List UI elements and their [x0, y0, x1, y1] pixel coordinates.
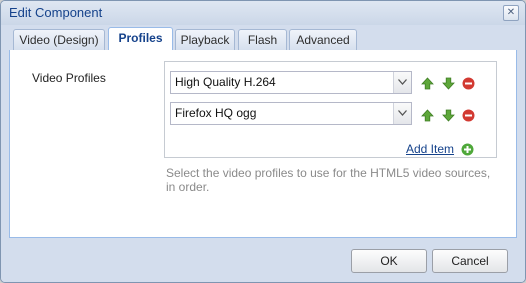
chevron-down-icon[interactable] — [393, 72, 411, 93]
chevron-down-icon[interactable] — [393, 103, 411, 124]
remove-icon[interactable] — [462, 109, 475, 122]
profile-select-1-value: High Quality H.264 — [175, 75, 276, 89]
arrow-down-icon[interactable] — [442, 77, 455, 90]
close-icon: ✕ — [506, 7, 516, 18]
profile-select-2-value: Firefox HQ ogg — [175, 106, 257, 120]
profile-select-2[interactable]: Firefox HQ ogg — [170, 102, 412, 125]
profile-select-1[interactable]: High Quality H.264 — [170, 71, 412, 94]
tab-advanced[interactable]: Advanced — [289, 29, 357, 50]
profiles-help-text: Select the video profiles to use for the… — [166, 166, 491, 194]
tab-profiles[interactable]: Profiles — [108, 27, 173, 51]
arrow-up-icon[interactable] — [421, 77, 434, 90]
tab-video-design[interactable]: Video (Design) — [13, 29, 105, 50]
tab-strip: Video (Design) Profiles Playback Flash A… — [9, 27, 517, 51]
tab-flash[interactable]: Flash — [238, 29, 287, 50]
cancel-button[interactable]: Cancel — [432, 249, 508, 273]
profiles-panel: Video Profiles High Quality H.264 Firefo… — [9, 50, 517, 238]
ok-button[interactable]: OK — [351, 249, 427, 273]
arrow-up-icon[interactable] — [421, 109, 434, 122]
tab-playback[interactable]: Playback — [175, 29, 235, 50]
arrow-down-icon[interactable] — [442, 109, 455, 122]
edit-component-dialog: Edit Component ✕ Video (Design) Profiles… — [0, 0, 526, 283]
dialog-title: Edit Component — [9, 5, 103, 20]
remove-icon[interactable] — [462, 77, 475, 90]
dialog-footer: OK Cancel — [1, 238, 525, 282]
video-profiles-list: High Quality H.264 Firefox HQ ogg Add It… — [164, 61, 497, 158]
add-item-link[interactable]: Add Item — [406, 142, 454, 156]
video-profiles-label: Video Profiles — [32, 71, 106, 85]
add-icon[interactable] — [461, 143, 474, 156]
close-button[interactable]: ✕ — [503, 5, 519, 21]
dialog-titlebar[interactable]: Edit Component ✕ — [1, 1, 525, 25]
